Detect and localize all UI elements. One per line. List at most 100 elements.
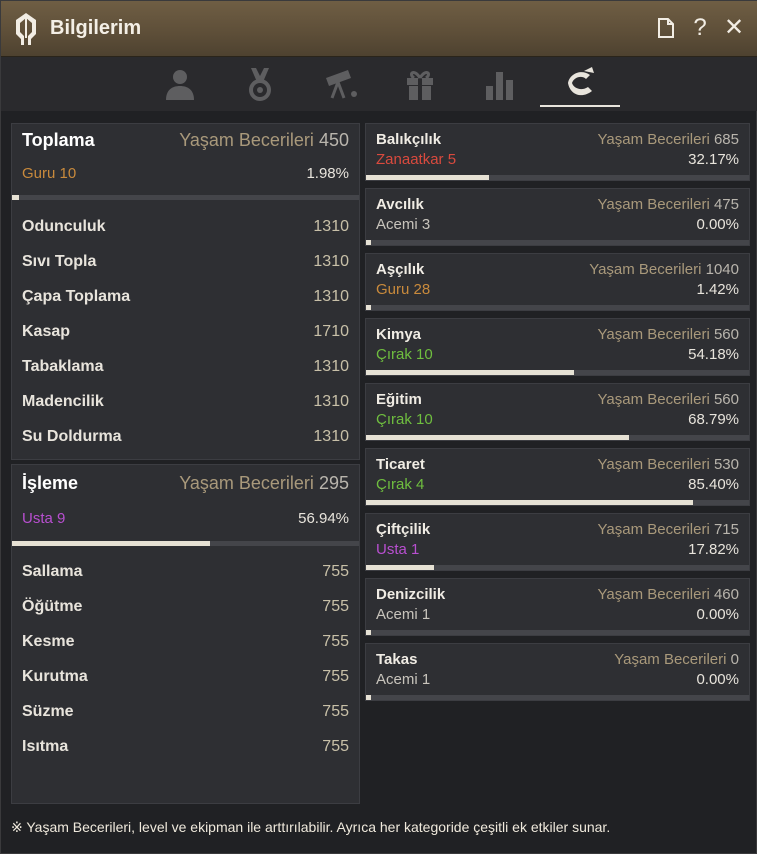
life-skill-level: Yaşam Becerileri 560 <box>597 326 739 343</box>
tab-rewards[interactable] <box>380 61 460 107</box>
tab-exploration[interactable] <box>300 61 380 107</box>
progress-fill <box>12 541 210 546</box>
skill-name: Çapa Toplama <box>22 288 131 305</box>
skill-value: 1310 <box>313 358 349 375</box>
skill-name: Aşçılık <box>376 261 425 278</box>
helmet-icon <box>16 13 36 45</box>
skill-name: Eğitim <box>376 391 422 408</box>
progress-percent: 68.79% <box>688 411 739 428</box>
progress-percent: 56.94% <box>298 510 349 527</box>
help-icon[interactable]: ? <box>688 16 712 40</box>
progress-percent: 17.82% <box>688 541 739 558</box>
skill-name: Öğütme <box>22 598 83 615</box>
rank-badge: Acemi 1 <box>376 606 431 623</box>
telescope-icon <box>326 70 357 99</box>
progress-fill <box>366 175 490 180</box>
close-icon[interactable]: ✕ <box>722 16 746 40</box>
skill-name: Balıkçılık <box>376 131 442 148</box>
progress-fill <box>366 630 371 635</box>
progress-bar <box>366 695 749 700</box>
progress-bar <box>366 630 749 635</box>
progress-fill <box>366 240 371 245</box>
life-skill-card[interactable]: Aşçılık Yaşam Becerileri 1040 Guru 28 1.42% <box>365 253 750 311</box>
skill-row: Kasap 1710 <box>22 315 349 350</box>
progress-percent: 1.42% <box>696 281 739 298</box>
skill-name: Kesme <box>22 633 75 650</box>
tab-achievements[interactable] <box>220 61 300 107</box>
life-skill-level: Yaşam Becerileri 0 <box>614 651 739 668</box>
skill-value: 1310 <box>313 393 349 410</box>
life-skill-card[interactable]: Takas Yaşam Becerileri 0 Acemi 1 0.00% <box>365 643 750 701</box>
progress-percent: 54.18% <box>688 346 739 363</box>
progress-percent: 1.98% <box>306 165 349 182</box>
life-skill-level: Yaşam Becerileri 530 <box>597 456 739 473</box>
life-skill-card[interactable]: Çiftçilik Yaşam Becerileri 715 Usta 1 17.82… <box>365 513 750 571</box>
rank-badge: Çırak 10 <box>376 346 433 363</box>
skill-value: 1310 <box>313 218 349 235</box>
progress-bar <box>366 500 749 505</box>
progress-bar <box>366 435 749 440</box>
skill-row: Su Doldurma 1310 <box>22 420 349 455</box>
skill-name: Takas <box>376 651 418 668</box>
tab-stats[interactable] <box>460 61 540 107</box>
tab-profile[interactable] <box>140 61 220 107</box>
skill-row: Süzme 755 <box>22 695 349 730</box>
progress-bar <box>12 541 359 546</box>
skill-name: Kasap <box>22 323 71 340</box>
progress-bar <box>366 175 749 180</box>
progress-percent: 0.00% <box>696 671 739 688</box>
tab-life-skills[interactable] <box>540 61 620 107</box>
processing-life-skill: Yaşam Becerileri 295 <box>179 473 349 493</box>
life-skill-card[interactable]: Ticaret Yaşam Becerileri 530 Çırak 4 85.40% <box>365 448 750 506</box>
medal-icon <box>249 68 271 101</box>
gathering-rank-row: Guru 10 1.98% <box>22 165 349 185</box>
progress-bar <box>366 565 749 570</box>
progress-fill <box>366 500 694 505</box>
rank-badge: Guru 10 <box>22 165 77 182</box>
rank-badge: Acemi 3 <box>376 216 431 233</box>
skill-row: Kurutma 755 <box>22 660 349 695</box>
progress-percent: 85.40% <box>688 476 739 493</box>
life-skill-card[interactable]: Kimya Yaşam Becerileri 560 Çırak 10 54.18% <box>365 318 750 376</box>
skill-row: Sallama 755 <box>22 555 349 590</box>
progress-percent: 32.17% <box>688 151 739 168</box>
skill-name: Sıvı Topla <box>22 253 97 270</box>
skill-row: Isıtma 755 <box>22 730 349 765</box>
skill-value: 755 <box>322 738 349 755</box>
footer-note: ※ Yaşam Becerileri, level ve ekipman ile… <box>11 819 611 835</box>
life-skill-card[interactable]: Avcılık Yaşam Becerileri 475 Acemi 3 0.00% <box>365 188 750 246</box>
progress-bar <box>366 370 749 375</box>
gathering-life-skill: Yaşam Becerileri 450 <box>179 130 349 150</box>
person-icon <box>166 70 194 100</box>
skill-row: Madencilik 1310 <box>22 385 349 420</box>
rank-badge: Acemi 1 <box>376 671 431 688</box>
life-skill-card[interactable]: Eğitim Yaşam Becerileri 560 Çırak 10 68.79% <box>365 383 750 441</box>
skill-value: 755 <box>322 703 349 720</box>
title-bar[interactable]: Bilgilerim ? ✕ <box>1 1 757 57</box>
skill-name: Isıtma <box>22 738 69 755</box>
life-skill-card[interactable]: Balıkçılık Yaşam Becerileri 685 Zanaatkar … <box>365 123 750 181</box>
skill-value: 1310 <box>313 288 349 305</box>
skill-name: Kurutma <box>22 668 88 685</box>
skill-name: Kimya <box>376 326 422 343</box>
title-actions: ? ✕ <box>654 16 746 40</box>
progress-bar <box>366 240 749 245</box>
processing-panel: İşleme Yaşam Becerileri 295 Usta 9 56.94… <box>11 464 360 804</box>
life-skill-card[interactable]: Denizcilik Yaşam Becerileri 460 Acemi 1 0.0… <box>365 578 750 636</box>
rank-badge: Zanaatkar 5 <box>376 151 457 168</box>
tab-bar <box>1 57 757 111</box>
progress-bar <box>366 305 749 310</box>
document-icon[interactable] <box>654 16 678 40</box>
fish-icon <box>568 67 594 96</box>
bar-chart-icon <box>486 72 513 100</box>
skill-row: Sıvı Topla 1310 <box>22 245 349 280</box>
skill-name: Tabaklama <box>22 358 104 375</box>
skill-name: Sallama <box>22 563 83 580</box>
skill-value: 1310 <box>313 428 349 445</box>
gathering-header: Toplama Yaşam Becerileri 450 <box>22 130 349 154</box>
skill-name: Su Doldurma <box>22 428 122 445</box>
life-skill-level: Yaşam Becerileri 685 <box>597 131 739 148</box>
gathering-panel: Toplama Yaşam Becerileri 450 Guru 10 1.9… <box>11 123 360 460</box>
life-skill-level: Yaşam Becerileri 460 <box>597 586 739 603</box>
window-title: Bilgilerim <box>50 17 142 39</box>
